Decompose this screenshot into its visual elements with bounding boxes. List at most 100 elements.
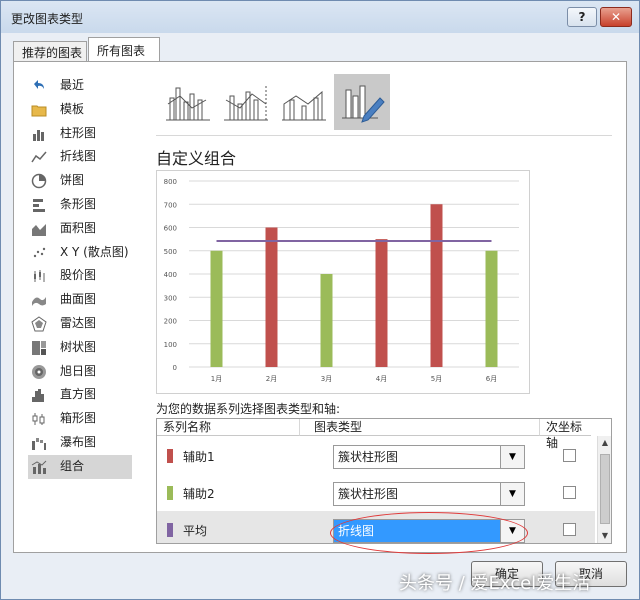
sunburst-icon xyxy=(32,364,46,379)
sidebar-item-area-chart[interactable]: 面积图 xyxy=(28,217,132,241)
folder-icon xyxy=(31,105,47,117)
sidebar-item-surface-chart[interactable]: 曲面图 xyxy=(28,288,132,312)
stacked-area-column-icon xyxy=(282,90,326,121)
y-tick-label: 0 xyxy=(173,364,177,372)
sidebar-item-bar-chart[interactable]: 条形图 xyxy=(28,193,132,217)
combo-section-title: 自定义组合 xyxy=(156,149,237,168)
series-color-swatch xyxy=(167,449,173,463)
y-tick-label: 400 xyxy=(164,271,177,279)
treemap-icon xyxy=(32,340,46,355)
series-color-swatch xyxy=(167,486,173,500)
chart-preview: 0 100 200 300 400 500 600 700 800 1月 2月 3月 4月 5月 6月 xyxy=(156,170,530,394)
scroll-thumb[interactable] xyxy=(600,454,610,524)
x-tick-label: 2月 xyxy=(266,375,277,383)
y-tick-label: 700 xyxy=(164,201,177,209)
line-chart-icon xyxy=(31,151,47,163)
bar-6月 xyxy=(485,250,498,367)
sidebar-item-label: 饼图 xyxy=(60,173,85,188)
sidebar-item-label: 模板 xyxy=(60,101,85,116)
x-tick-label: 5月 xyxy=(431,375,442,383)
close-button[interactable]: ✕ xyxy=(600,7,632,27)
secondary-axis-checkbox[interactable] xyxy=(563,449,576,462)
secondary-axis-checkbox[interactable] xyxy=(563,523,576,536)
y-tick-label: 800 xyxy=(164,178,177,186)
column-chart-icon xyxy=(33,129,44,141)
sidebar-item-label: 折线图 xyxy=(60,149,97,164)
scroll-up-arrow-icon[interactable]: ▲ xyxy=(598,436,611,450)
x-tick-label: 3月 xyxy=(321,375,332,383)
stock-chart-icon xyxy=(34,270,45,283)
sidebar-item-label: 箱形图 xyxy=(60,411,97,426)
x-tick-label: 4月 xyxy=(376,375,387,383)
y-tick-label: 600 xyxy=(164,225,177,233)
combo-subtype-column-line-secondary[interactable] xyxy=(218,74,274,130)
series-color-swatch xyxy=(167,523,173,537)
sidebar-item-recent[interactable]: 最近 xyxy=(28,74,132,98)
sidebar-item-label: 直方图 xyxy=(60,387,97,402)
custom-combo-pencil-icon xyxy=(342,85,385,123)
chart-type-select[interactable]: 簇状柱形图 ▼ xyxy=(333,445,525,469)
sidebar-item-label: X Y (散点图) xyxy=(60,244,129,259)
sidebar-item-waterfall[interactable]: 瀑布图 xyxy=(28,431,132,455)
sidebar-item-line-chart[interactable]: 折线图 xyxy=(28,145,132,169)
sidebar-item-combo-chart[interactable]: 组合 xyxy=(28,454,132,479)
box-whisker-icon xyxy=(32,413,45,426)
title-bar: 更改图表类型 ? ✕ xyxy=(1,1,639,33)
sidebar-item-label: 旭日图 xyxy=(60,363,97,378)
chevron-down-icon[interactable]: ▼ xyxy=(500,446,524,468)
all-charts-panel: 最近模板柱形图折线图饼图条形图面积图 X Y (散点图) 股价图曲面图雷达图树状图旭… xyxy=(13,61,627,554)
sidebar-item-label: 条形图 xyxy=(60,196,97,211)
series-row[interactable]: 辅助2 簇状柱形图 ▼ xyxy=(157,474,595,512)
chart-type-select[interactable]: 簇状柱形图 ▼ xyxy=(333,482,525,506)
sidebar-item-sunburst[interactable]: 旭日图 xyxy=(28,360,132,384)
y-tick-label: 500 xyxy=(164,248,177,256)
sidebar-item-label: 树状图 xyxy=(60,339,97,354)
sidebar-item-label: 瀑布图 xyxy=(60,434,97,449)
sidebar-item-label: 曲面图 xyxy=(60,292,97,307)
bar-5月 xyxy=(430,204,443,367)
x-tick-label: 1月 xyxy=(211,375,222,383)
header-secondary-axis: 次坐标轴 xyxy=(539,419,591,450)
series-prompt: 为您的数据系列选择图表类型和轴: xyxy=(156,402,341,416)
sidebar-item-treemap[interactable]: 树状图 xyxy=(28,336,132,360)
sidebar-item-radar-chart[interactable]: 雷达图 xyxy=(28,312,132,336)
series-scrollbar[interactable]: ▲ ▼ xyxy=(597,436,611,543)
chart-category-list: 最近模板柱形图折线图饼图条形图面积图 X Y (散点图) 股价图曲面图雷达图树状图旭… xyxy=(28,74,132,479)
sidebar-item-box-whisker[interactable]: 箱形图 xyxy=(28,407,132,431)
sidebar-item-pie-chart[interactable]: 饼图 xyxy=(28,169,132,193)
subtype-separator xyxy=(156,135,612,136)
chevron-down-icon[interactable]: ▼ xyxy=(500,483,524,505)
series-row[interactable]: 辅助1 簇状柱形图 ▼ xyxy=(157,437,595,475)
scroll-down-arrow-icon[interactable]: ▼ xyxy=(598,529,611,543)
combo-subtype-clustered-column-line[interactable] xyxy=(160,74,216,130)
x-tick-label: 6月 xyxy=(486,375,497,383)
column-line-secondary-axis-icon xyxy=(224,86,268,121)
sidebar-item-folder[interactable]: 模板 xyxy=(28,98,132,122)
sidebar-item-histogram[interactable]: 直方图 xyxy=(28,383,132,407)
pie-chart-icon xyxy=(31,173,47,189)
surface-chart-icon xyxy=(32,297,46,307)
combo-subtype-custom[interactable] xyxy=(334,74,390,130)
bar-3月 xyxy=(320,274,333,367)
sidebar-item-label: 组合 xyxy=(60,458,85,473)
waterfall-icon xyxy=(32,437,46,450)
secondary-axis-checkbox[interactable] xyxy=(563,486,576,499)
y-tick-label: 200 xyxy=(164,318,177,326)
series-name: 辅助1 xyxy=(183,450,215,464)
tab-all-charts[interactable]: 所有图表 xyxy=(88,37,160,61)
combo-chart-icon xyxy=(31,460,47,474)
combo-subtype-area-column[interactable] xyxy=(276,74,332,130)
window-title: 更改图表类型 xyxy=(11,12,84,26)
y-tick-label: 300 xyxy=(164,294,177,302)
help-button[interactable]: ? xyxy=(567,7,597,27)
change-chart-type-dialog: 更改图表类型 ? ✕ 推荐的图表 所有图表 最近模板柱形图折线图饼图条形图面积图… xyxy=(0,0,640,600)
sidebar-item-scatter-chart[interactable]: X Y (散点图) xyxy=(28,241,132,265)
header-chart-type: 图表类型 xyxy=(299,419,539,436)
recent-icon xyxy=(34,80,44,89)
sidebar-item-column-chart[interactable]: 柱形图 xyxy=(28,122,132,146)
sidebar-item-stock-chart[interactable]: 股价图 xyxy=(28,264,132,288)
tab-recommended-charts[interactable]: 推荐的图表 xyxy=(13,41,87,61)
series-name: 辅助2 xyxy=(183,487,215,501)
chart-type-value: 簇状柱形图 xyxy=(338,450,399,464)
sidebar-item-label: 最近 xyxy=(60,78,85,92)
